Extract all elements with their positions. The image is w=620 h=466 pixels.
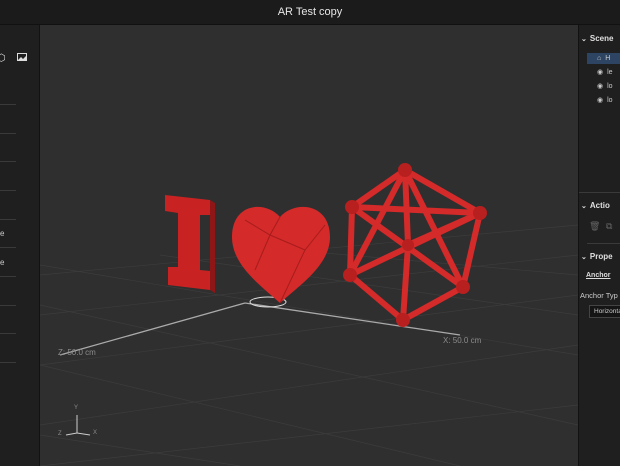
title-bar: AR Test copy — [0, 0, 620, 25]
actions-title: Actio — [589, 201, 610, 210]
divider — [587, 243, 620, 244]
trash-icon[interactable]: 🗑 — [589, 221, 600, 232]
x-axis-label: X: 50.0 cm — [443, 336, 482, 345]
divider — [0, 219, 16, 220]
divider — [0, 305, 16, 306]
left-panel: ⬡ e e — [0, 25, 40, 466]
scene-item-label: lo — [607, 83, 613, 90]
z-axis-label: Z: 50.0 cm — [58, 348, 96, 357]
scene-item-label: lo — [607, 97, 613, 104]
scene-title: Scene — [589, 34, 614, 43]
3d-viewport[interactable]: Z: 50.0 cm X: 50.0 cm Y Z X — [40, 25, 578, 466]
divider — [0, 190, 16, 191]
properties-title: Prope — [589, 252, 613, 261]
scene-item-label: le — [607, 69, 613, 76]
scene-item[interactable]: ⌂ H — [587, 53, 620, 64]
letter-i-model — [165, 195, 215, 293]
chevron-down-icon: ⌄ — [581, 203, 587, 210]
cube-icon[interactable]: ⬡ — [0, 53, 6, 64]
list-item-label[interactable]: e — [0, 229, 4, 238]
chevron-down-icon: ⌄ — [581, 254, 587, 261]
scene-canvas — [40, 163, 578, 466]
scene-item[interactable]: ◉ le — [587, 67, 620, 78]
wireframe-model — [346, 166, 484, 324]
scene-item-label: H — [605, 55, 611, 62]
right-panel: ⌄ Scene ⌂ H ◉ le ◉ lo ◉ lo ⌄ Actio 🗑 ⧉ ⌄ Prope … — [578, 25, 620, 466]
actions-section-header[interactable]: ⌄ Actio — [581, 201, 610, 210]
object-icon: ◉ — [597, 97, 604, 104]
gizmo-y-label: Y — [74, 405, 79, 411]
anchor-type-select[interactable]: Horizonta — [589, 305, 620, 318]
chevron-down-icon: ⌄ — [581, 36, 587, 43]
divider — [579, 192, 620, 193]
gizmo-x-label: X — [93, 430, 98, 436]
divider — [0, 133, 16, 134]
heart-model — [232, 206, 330, 304]
object-icon: ◉ — [597, 83, 604, 90]
divider — [0, 276, 16, 277]
duplicate-icon[interactable]: ⧉ — [606, 221, 612, 232]
anchor-type-label: Anchor Typ — [580, 291, 618, 300]
scene-item[interactable]: ◉ lo — [587, 81, 620, 92]
tab-anchor[interactable]: Anchor — [586, 272, 611, 279]
window-title: AR Test copy — [277, 6, 343, 18]
divider — [0, 161, 16, 162]
list-item-label[interactable]: e — [0, 258, 4, 267]
gizmo-z-label: Z — [58, 431, 62, 437]
scene-item[interactable]: ◉ lo — [587, 95, 620, 106]
anchor-icon: ⌂ — [597, 55, 602, 62]
image-icon[interactable] — [17, 53, 27, 64]
object-icon: ◉ — [597, 69, 604, 76]
divider — [0, 362, 16, 363]
scene-section-header[interactable]: ⌄ Scene — [581, 34, 613, 43]
divider — [0, 333, 16, 334]
divider — [0, 104, 16, 105]
properties-section-header[interactable]: ⌄ Prope — [581, 252, 613, 261]
divider — [0, 247, 16, 248]
